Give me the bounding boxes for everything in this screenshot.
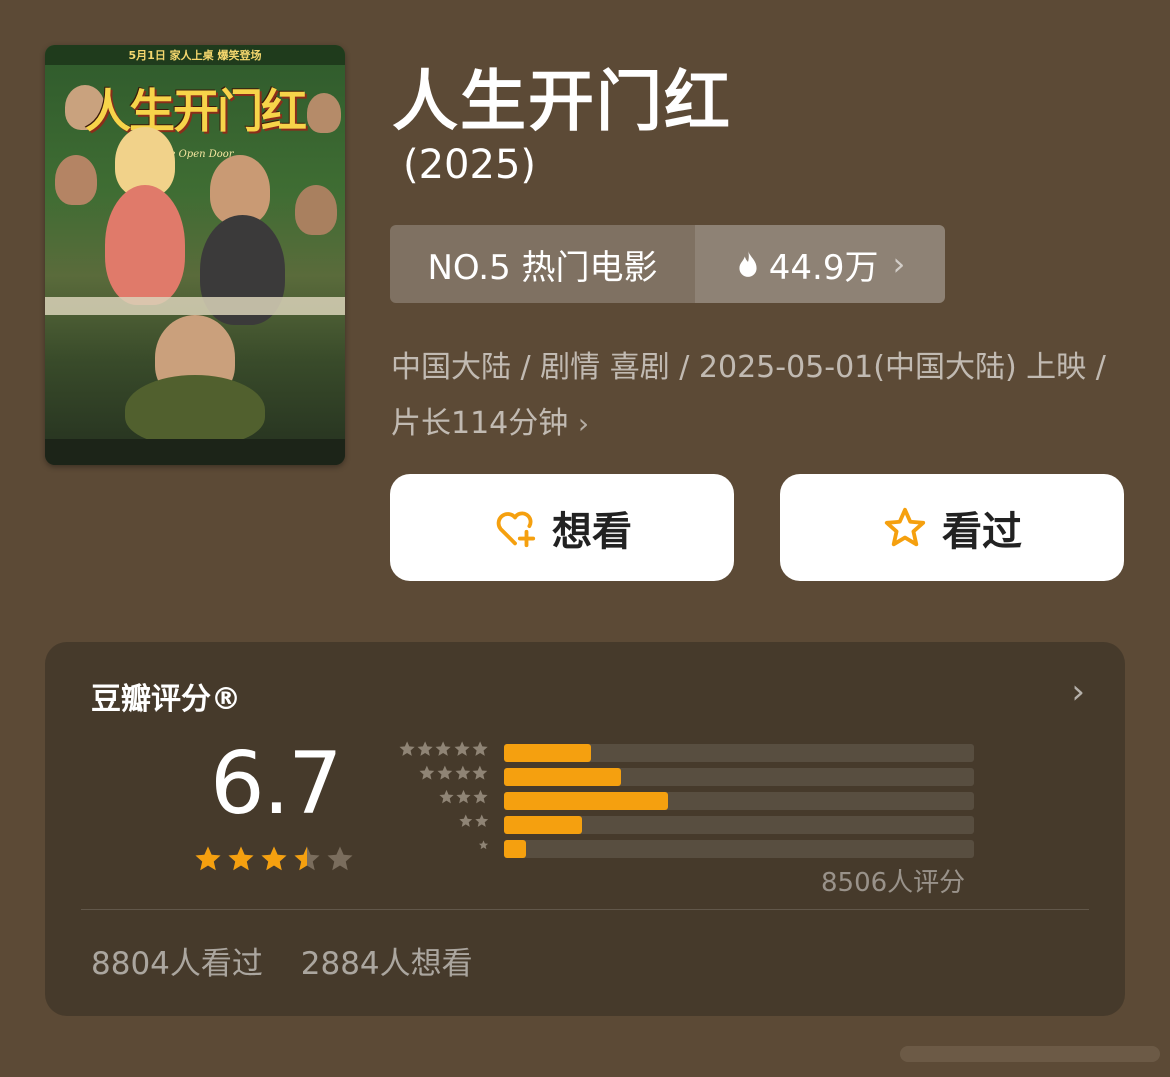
rating-label: 豆瓣评分® [91,682,241,717]
rating-stars [193,844,355,874]
rating-bar-fill [504,792,668,810]
star-icon [474,814,488,827]
rank-banner[interactable]: NO.5 热门电影 44.9万 › [390,225,945,303]
movie-poster[interactable]: 5月1日 家人上桌 爆笑登场 人生开门红 The Open Door [45,45,345,465]
chevron-right-icon: › [577,407,590,440]
rating-count: 8506人评分 [821,868,966,898]
seen-label: 看过 [942,508,1022,555]
rating-row-stars [438,787,489,807]
star-icon [261,846,287,871]
star-icon [456,789,471,804]
rating-bar-track [504,744,974,762]
star-icon [327,846,353,871]
rating-row [385,814,975,834]
rating-row [385,739,975,762]
star-icon [195,846,221,871]
movie-title: 人生开门红 [392,63,732,140]
star-icon [399,741,415,756]
divider [81,909,1089,910]
rating-row [385,838,975,858]
seen-button[interactable]: 看过 [780,474,1124,581]
heart-plus-icon [496,511,536,547]
seen-count[interactable]: 8804人看过 [91,946,263,982]
rank-label: NO.5 热门电影 [427,247,658,288]
rating-bar-track [504,792,974,810]
want-count[interactable]: 2884人想看 [301,946,473,982]
want-button[interactable]: 想看 [390,474,734,581]
movie-meta[interactable]: 中国大陆 / 剧情 喜剧 / 2025-05-01(中国大陆) 上映 / 片长1… [391,340,1131,452]
poster-tagline: 5月1日 家人上桌 爆笑登场 [128,49,262,62]
watermark [900,1046,1160,1062]
star-icon [419,765,435,780]
star-icon [439,789,454,804]
star-icon [417,741,433,756]
poster-figure [125,375,265,445]
poster-figure [307,93,341,133]
poster-figure [295,185,337,235]
poster-figure [55,155,97,205]
want-label: 想看 [552,508,632,555]
heat-section[interactable]: 44.9万 › [695,225,945,303]
star-icon [472,765,488,780]
rating-bar-track [504,816,974,834]
poster-figure [105,185,185,305]
poster-title: 人生开门红 [85,84,307,138]
chevron-right-icon[interactable]: › [1071,672,1085,712]
star-icon [472,741,488,756]
star-icon [473,789,488,804]
movie-year: (2025) [403,142,537,188]
rating-card[interactable]: 豆瓣评分® › 6.7 8506人评分 8804人看过 2884人想看 [45,642,1125,1016]
rating-bar-fill [504,816,583,834]
star-icon [435,741,452,756]
rating-row [385,763,975,786]
rating-row-stars [458,811,489,831]
star-icon [478,840,489,850]
star-icon [454,765,470,780]
poster-table [45,297,345,315]
meta-text: 中国大陆 / 剧情 喜剧 / 2025-05-01(中国大陆) 上映 / 片长1… [391,350,1106,441]
rating-bar-track [504,768,974,786]
rating-row-stars [418,763,489,783]
rating-bar-track [504,840,974,858]
star-icon [459,814,473,827]
rating-bar-fill [504,768,622,786]
heat-value: 44.9万 [768,247,879,288]
star-outline-icon [884,507,926,546]
star-icon [454,741,470,756]
rating-stats: 8804人看过 2884人想看 [91,938,473,983]
star-icon [294,846,320,871]
rating-score: 6.7 [210,734,343,834]
star-icon [437,765,453,780]
rating-row-stars [478,835,489,855]
rating-bar-fill [504,744,591,762]
rating-row [385,787,975,810]
flame-icon [739,250,757,277]
poster-bottom-band [45,439,345,465]
chevron-right-icon: › [892,245,906,283]
rating-bar-fill [504,840,526,858]
rating-row-stars [398,739,489,759]
star-icon [228,846,254,871]
